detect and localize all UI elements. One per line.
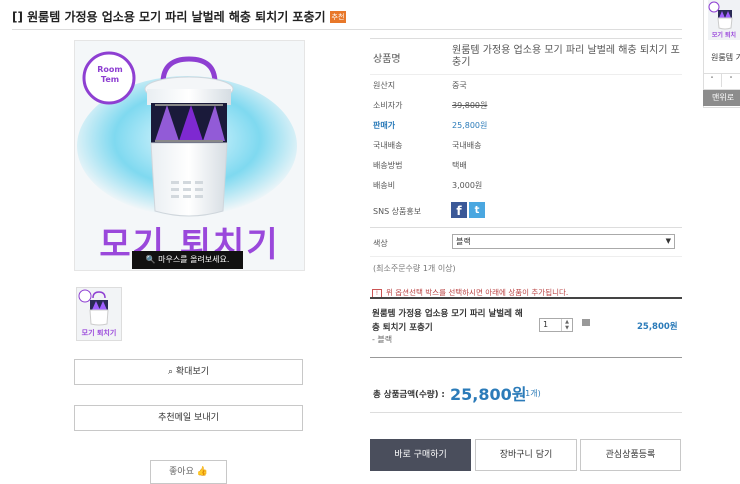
min-order-text: (최소주문수량 1개 이상) bbox=[373, 264, 456, 273]
option-divider bbox=[370, 256, 682, 257]
magnifier-icon: ⌕ bbox=[167, 367, 174, 377]
shipping-method-label: 배송방법 bbox=[373, 161, 403, 170]
scroll-up-icon[interactable]: ˄ bbox=[703, 74, 722, 87]
selected-price: 25,800원 bbox=[637, 322, 678, 332]
product-name-value: 원룸템 가정용 업소용 모기 파리 날벌레 해충 퇴치기 포충기 bbox=[452, 45, 680, 68]
add-to-cart-button[interactable]: 장바구니 담기 bbox=[475, 439, 577, 471]
like-button[interactable]: 좋아요 👍 bbox=[150, 460, 227, 484]
color-label: 색상 bbox=[373, 239, 388, 248]
selected-option: - 블랙 bbox=[372, 335, 393, 344]
facebook-icon[interactable]: f bbox=[451, 202, 467, 218]
title-divider bbox=[12, 29, 682, 30]
brand-logo: Room Tem bbox=[97, 65, 123, 84]
shipping-fee-value: 3,000원 bbox=[452, 181, 483, 190]
info-top-divider bbox=[370, 38, 682, 39]
recommend-mail-button[interactable]: 추천메일 보내기 bbox=[74, 405, 303, 431]
sale-price-label: 판매가 bbox=[373, 121, 396, 130]
zoom-button[interactable]: ⌕ 확대보기 bbox=[74, 359, 303, 385]
recent-item-image: 모기 퇴치 bbox=[708, 1, 736, 39]
scroll-down-icon[interactable]: ˅ bbox=[722, 74, 740, 87]
product-name-label: 상품명 bbox=[373, 54, 401, 65]
recent-item-thumbnail[interactable]: 모기 퇴치 bbox=[708, 0, 740, 40]
origin-label: 원산지 bbox=[373, 81, 396, 90]
quantity-stepper[interactable]: 1 ▲ ▼ bbox=[539, 318, 573, 332]
zoom-hint: 🔍 마우스를 올려보세요. bbox=[132, 251, 243, 269]
total-divider bbox=[370, 412, 682, 413]
add-to-wishlist-button[interactable]: 관심상품등록 bbox=[580, 439, 681, 471]
thumbs-up-icon: 👍 bbox=[196, 467, 208, 477]
selected-top-divider bbox=[370, 297, 682, 299]
shipping-method-value: 택배 bbox=[452, 161, 467, 170]
product-thumbnail[interactable]: 모기 퇴치기 bbox=[76, 287, 122, 341]
delete-option-icon[interactable] bbox=[582, 319, 590, 326]
total-count: (1개) bbox=[522, 389, 541, 398]
page-title: [] 원룸템 가정용 업소용 모기 파리 날벌레 해충 퇴치기 포충기 추천 bbox=[12, 10, 347, 24]
selected-bottom-divider bbox=[370, 357, 682, 358]
option-top-divider bbox=[370, 227, 682, 228]
info-divider bbox=[370, 74, 682, 75]
back-to-top-button[interactable]: 맨위로 bbox=[703, 90, 740, 106]
color-select[interactable]: 블랙 ▼ bbox=[452, 234, 675, 249]
recommend-badge: 추천 bbox=[329, 11, 347, 23]
consumer-price-value: 39,800원 bbox=[452, 101, 488, 110]
chevron-down-icon: ▼ bbox=[665, 237, 671, 245]
consumer-price-label: 소비자가 bbox=[373, 101, 403, 110]
sale-price-value: 25,800원 bbox=[452, 121, 488, 130]
shipping-fee-label: 배송비 bbox=[373, 181, 396, 190]
svg-text:모기 퇴치기: 모기 퇴치기 bbox=[82, 328, 117, 337]
selected-product-name: 원룸템 가정용 업소용 모기 파리 날벌레 해 충 퇴치기 포충기 bbox=[372, 309, 523, 333]
qty-down-icon[interactable]: ▼ bbox=[562, 325, 572, 331]
svg-text:모기 퇴치: 모기 퇴치 bbox=[712, 31, 736, 39]
twitter-icon[interactable]: t bbox=[469, 202, 485, 218]
origin-value: 중국 bbox=[452, 81, 467, 90]
total-amount: 25,800원 bbox=[450, 385, 527, 404]
domestic-shipping-value: 국내배송 bbox=[452, 141, 482, 150]
product-main-image[interactable]: Room Tem 모기 퇴치기 bbox=[74, 40, 305, 271]
magnifier-icon: 🔍 bbox=[145, 255, 156, 264]
sns-label: SNS 상품홍보 bbox=[373, 207, 422, 216]
recent-item-name[interactable]: 원룸템 가 bbox=[711, 52, 740, 63]
domestic-shipping-label: 국내배송 bbox=[373, 141, 403, 150]
thumbnail-image: 모기 퇴치기 bbox=[78, 289, 117, 337]
buy-now-button[interactable]: 바로 구매하기 bbox=[370, 439, 471, 471]
total-label: 총 상품금액(수량) : bbox=[373, 390, 445, 400]
